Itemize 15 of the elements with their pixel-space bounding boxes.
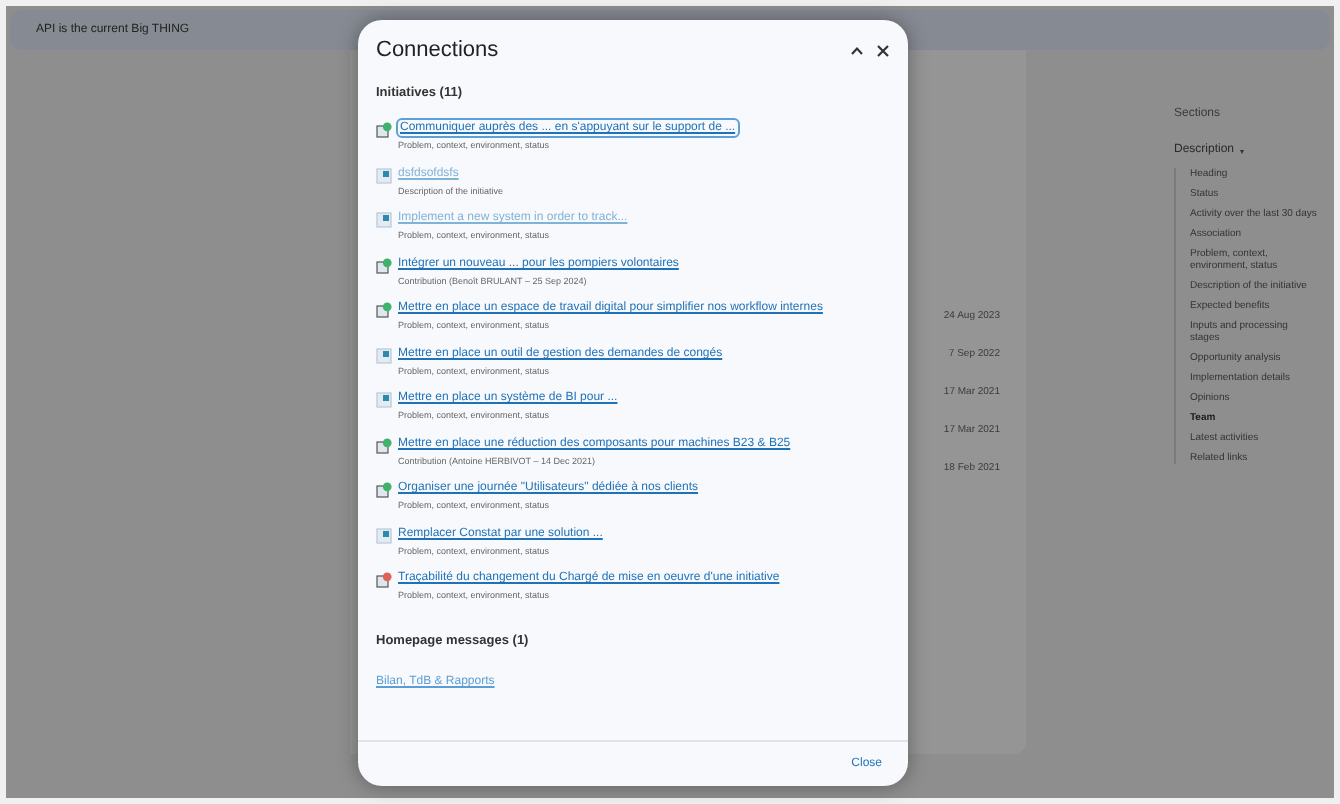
document-icon [376, 167, 392, 184]
document-icon [376, 212, 392, 229]
document-status-icon [376, 482, 392, 499]
close-icon[interactable] [876, 43, 890, 58]
dialog-title: Connections [376, 36, 499, 66]
document-icon [376, 347, 392, 364]
caret-icon [1240, 149, 1245, 153]
document-status-icon [376, 122, 392, 139]
document-icon [376, 527, 392, 544]
document-status-icon [376, 257, 392, 274]
document-status-icon [376, 572, 392, 589]
chevron-up-icon[interactable] [850, 45, 864, 56]
document-status-icon [376, 302, 392, 319]
document-icon [376, 392, 392, 409]
document-status-icon [376, 437, 392, 454]
